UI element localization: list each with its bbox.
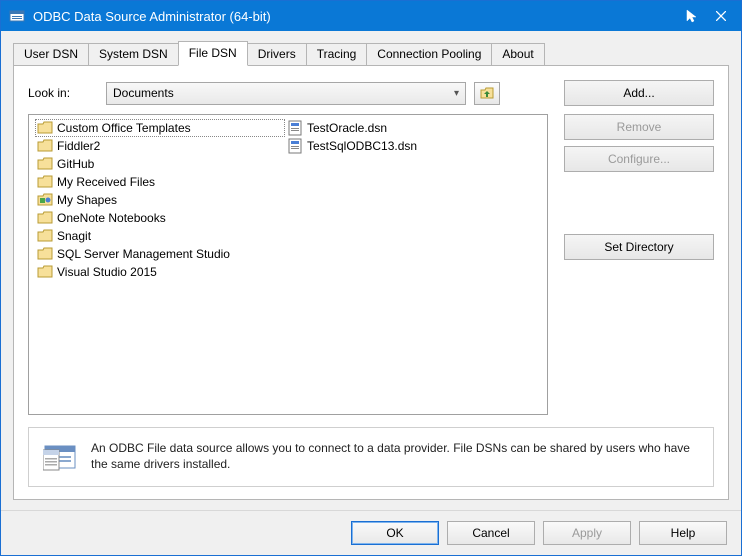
- folder-icon: [37, 264, 53, 280]
- folder-icon: [37, 246, 53, 262]
- chevron-down-icon: ▾: [454, 88, 459, 99]
- list-item[interactable]: Fiddler2: [35, 137, 285, 155]
- dsn-file-icon: [287, 138, 303, 154]
- item-label: SQL Server Management Studio: [57, 247, 230, 261]
- lookin-label: Look in:: [28, 86, 98, 100]
- ok-button[interactable]: OK: [351, 521, 439, 545]
- item-label: Snagit: [57, 229, 91, 243]
- list-item[interactable]: OneNote Notebooks: [35, 209, 285, 227]
- tab-connection-pooling[interactable]: Connection Pooling: [366, 43, 492, 65]
- list-item[interactable]: Snagit: [35, 227, 285, 245]
- folder-icon: [37, 174, 53, 190]
- item-label: TestOracle.dsn: [307, 121, 387, 135]
- tab-drivers[interactable]: Drivers: [247, 43, 307, 65]
- list-item[interactable]: GitHub: [35, 155, 285, 173]
- tab-user-dsn[interactable]: User DSN: [13, 43, 89, 65]
- file-column-1: Custom Office Templates Fiddler2 GitHub: [35, 119, 285, 281]
- cursor-icon: [685, 8, 701, 24]
- titlebar: ODBC Data Source Administrator (64-bit): [1, 1, 741, 31]
- item-label: OneNote Notebooks: [57, 211, 166, 225]
- description-box: An ODBC File data source allows you to c…: [28, 427, 714, 487]
- lookin-combo[interactable]: Documents ▾: [106, 82, 466, 105]
- file-list[interactable]: Custom Office Templates Fiddler2 GitHub: [28, 114, 548, 415]
- item-label: Fiddler2: [57, 139, 100, 153]
- add-button[interactable]: Add...: [564, 80, 714, 106]
- configure-button[interactable]: Configure...: [564, 146, 714, 172]
- window: ODBC Data Source Administrator (64-bit) …: [0, 0, 742, 556]
- dsn-file-icon: [287, 120, 303, 136]
- lookin-value: Documents: [113, 86, 174, 100]
- cancel-button[interactable]: Cancel: [447, 521, 535, 545]
- list-item[interactable]: My Received Files: [35, 173, 285, 191]
- list-item[interactable]: My Shapes: [35, 191, 285, 209]
- list-item[interactable]: SQL Server Management Studio: [35, 245, 285, 263]
- main-row: Custom Office Templates Fiddler2 GitHub: [28, 114, 714, 415]
- list-item[interactable]: TestSqlODBC13.dsn: [285, 137, 535, 155]
- odbc-icon: [43, 440, 77, 474]
- bottom-button-row: OK Cancel Apply Help: [1, 510, 741, 555]
- tab-strip: User DSN System DSN File DSN Drivers Tra…: [13, 41, 729, 65]
- client-area: User DSN System DSN File DSN Drivers Tra…: [1, 31, 741, 510]
- tab-system-dsn[interactable]: System DSN: [88, 43, 179, 65]
- help-button[interactable]: Help: [639, 521, 727, 545]
- tab-tracing[interactable]: Tracing: [306, 43, 368, 65]
- item-label: TestSqlODBC13.dsn: [307, 139, 417, 153]
- folder-icon: [37, 156, 53, 172]
- item-label: Custom Office Templates: [57, 121, 191, 135]
- item-label: GitHub: [57, 157, 94, 171]
- folder-icon: [37, 228, 53, 244]
- list-item[interactable]: Visual Studio 2015: [35, 263, 285, 281]
- item-label: My Shapes: [57, 193, 117, 207]
- description-text: An ODBC File data source allows you to c…: [91, 440, 699, 472]
- list-item[interactable]: Custom Office Templates: [35, 119, 285, 137]
- tab-panel: Look in: Documents ▾ Add...: [13, 65, 729, 500]
- apply-button[interactable]: Apply: [543, 521, 631, 545]
- file-column-2: TestOracle.dsn TestSqlODBC13.dsn: [285, 119, 535, 155]
- folder-icon: [37, 210, 53, 226]
- tab-file-dsn[interactable]: File DSN: [178, 41, 248, 66]
- set-directory-button[interactable]: Set Directory: [564, 234, 714, 260]
- tab-about[interactable]: About: [491, 43, 544, 65]
- side-button-column-top: Add...: [564, 80, 714, 106]
- shapes-folder-icon: [37, 192, 53, 208]
- list-item[interactable]: TestOracle.dsn: [285, 119, 535, 137]
- window-title: ODBC Data Source Administrator (64-bit): [33, 9, 681, 24]
- remove-button[interactable]: Remove: [564, 114, 714, 140]
- spacer: [564, 178, 714, 228]
- folder-icon: [37, 120, 53, 136]
- up-folder-button[interactable]: [474, 82, 500, 105]
- app-icon: [9, 8, 25, 24]
- item-label: My Received Files: [57, 175, 155, 189]
- lookin-row: Look in: Documents ▾ Add...: [28, 80, 714, 106]
- folder-icon: [37, 138, 53, 154]
- item-label: Visual Studio 2015: [57, 265, 157, 279]
- side-button-column: Remove Configure... Set Directory: [564, 114, 714, 415]
- close-button[interactable]: [701, 1, 741, 31]
